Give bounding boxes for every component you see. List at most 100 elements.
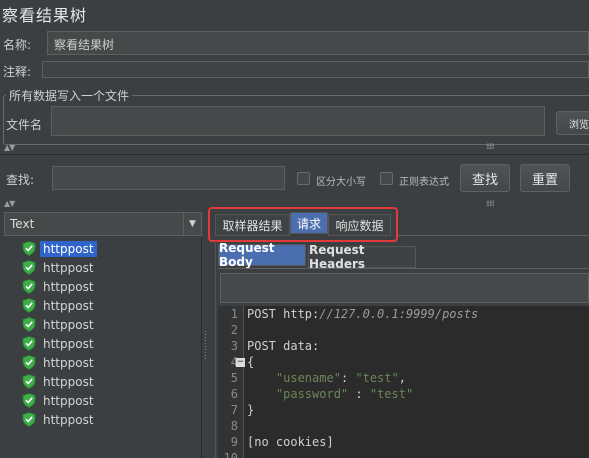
tab-response-data[interactable]: 响应数据 <box>328 214 391 236</box>
tree-item-label: httppost <box>43 317 94 332</box>
code-line: POST http://127.0.0.1:9999/posts <box>247 307 478 321</box>
browse-button[interactable]: 浏览 <box>556 111 589 135</box>
subtab-strip-line <box>218 268 589 269</box>
code-line: "usename": "test", <box>247 371 406 385</box>
collapse-arrows-icon[interactable]: ▲▼ <box>4 199 15 208</box>
regex-label: 正则表达式 <box>399 177 449 188</box>
line-number: 1 <box>230 307 238 321</box>
subtab-request-headers[interactable]: Request Headers <box>308 243 416 271</box>
code-token: "password" <box>275 387 349 401</box>
subtab-request-body-label: Request Body <box>219 241 275 269</box>
success-shield-icon <box>22 355 36 370</box>
search-input[interactable] <box>52 166 285 190</box>
tree-item-label: httppost <box>43 412 94 427</box>
code-token: : <box>340 371 356 385</box>
tree-item-label: httppost <box>40 240 97 257</box>
tree-item[interactable]: httppost <box>22 296 97 315</box>
line-number: 4 <box>230 355 238 369</box>
name-field[interactable]: 察看结果树 <box>47 31 589 55</box>
code-line: "password" : "test" <box>247 387 413 401</box>
success-shield-icon <box>22 336 36 351</box>
line-number: 5 <box>230 371 238 385</box>
filename-field-value <box>52 107 544 115</box>
tree-item[interactable]: httppost <box>22 372 97 391</box>
tab-request[interactable]: 请求 <box>290 212 328 234</box>
tree-item-label: httppost <box>43 298 94 313</box>
reset-button-label: 重置 <box>531 172 558 188</box>
name-field-value: 察看结果树 <box>54 38 115 52</box>
search-input-value <box>53 167 284 175</box>
tree-item[interactable]: httppost <box>22 353 97 372</box>
code-token: POST http: <box>247 307 320 321</box>
splitter-grip-icon[interactable]: ⁞⁞⁞⁞⁞ <box>486 142 495 151</box>
vertical-splitter-grip-icon[interactable]: ::::: <box>204 329 207 361</box>
renderer-select[interactable]: Text ▼ <box>4 212 202 236</box>
splitter-grip-icon[interactable]: ⁞⁞⁞⁞⁞ <box>486 199 495 208</box>
success-shield-icon <box>22 412 36 427</box>
chevron-down-icon[interactable]: ▼ <box>183 213 201 235</box>
find-button[interactable]: 查找 <box>460 164 510 192</box>
code-line: { <box>247 355 254 369</box>
success-shield-icon <box>22 393 36 408</box>
success-shield-icon <box>22 374 36 389</box>
code-token: "usename" <box>275 371 341 385</box>
code-token: } <box>247 403 255 417</box>
comment-field[interactable] <box>42 61 589 78</box>
code-token: { <box>247 355 255 369</box>
subtab-request-headers-label: Request Headers <box>309 243 366 271</box>
tree-item-label: httppost <box>43 355 94 370</box>
file-section-legend: 所有数据写入一个文件 <box>6 87 133 104</box>
collapse-arrows-icon[interactable]: ▲▼ <box>4 143 15 152</box>
tree-item[interactable]: httppost <box>22 315 97 334</box>
code-token: "test" <box>355 371 399 385</box>
tree-item[interactable]: httppost <box>22 334 97 353</box>
line-number: 6 <box>230 387 238 401</box>
browse-button-label: 浏览 <box>569 119 589 131</box>
success-shield-icon <box>22 279 36 294</box>
line-number: 10 <box>223 451 238 458</box>
line-number: 9 <box>230 435 238 449</box>
tab-request-label: 请求 <box>296 216 321 231</box>
line-number: 7 <box>230 403 238 417</box>
code-token: , <box>398 371 406 385</box>
tree-item-label: httppost <box>43 279 94 294</box>
code-token: [no cookies] <box>247 435 334 449</box>
success-shield-icon <box>22 260 36 275</box>
tree-item-label: httppost <box>43 336 94 351</box>
tree-item-label: httppost <box>43 260 94 275</box>
tree-item-label: httppost <box>43 374 94 389</box>
line-number: 8 <box>230 419 238 433</box>
find-button-label: 查找 <box>471 172 498 188</box>
fold-toggle-icon[interactable]: − <box>236 358 245 367</box>
search-label: 查找: <box>6 173 35 187</box>
subtab-request-body[interactable]: Request Body <box>218 241 306 269</box>
tree-item[interactable]: httppost <box>22 410 97 429</box>
reset-button[interactable]: 重置 <box>520 164 570 192</box>
body-toolbar <box>220 273 589 303</box>
tree-item[interactable]: httppost <box>22 277 97 296</box>
code-line: POST data: <box>247 339 319 353</box>
name-label: 名称: <box>3 38 32 52</box>
tree-item[interactable]: httppost <box>22 258 97 277</box>
tree-item[interactable]: httppost <box>22 391 97 410</box>
tree-item[interactable]: httppost <box>22 239 97 258</box>
comment-label: 注释: <box>3 65 32 79</box>
code-line: } <box>247 403 254 417</box>
code-token: POST data: <box>247 339 320 353</box>
code-token: : <box>348 387 370 401</box>
filename-label: 文件名 <box>6 118 43 132</box>
line-number: 3 <box>230 339 238 353</box>
filename-field[interactable] <box>51 106 545 136</box>
renderer-select-value: Text <box>10 217 35 231</box>
regex-checkbox[interactable] <box>380 172 393 185</box>
code-token: "test" <box>369 387 414 401</box>
tab-sampler-result[interactable]: 取样器结果 <box>215 214 290 236</box>
tab-strip-line <box>398 235 589 236</box>
code-line: [no cookies] <box>247 435 334 449</box>
success-shield-icon <box>22 298 36 313</box>
case-sensitive-checkbox[interactable] <box>297 172 310 185</box>
success-shield-icon <box>22 317 36 332</box>
tree-item-label: httppost <box>43 393 94 408</box>
